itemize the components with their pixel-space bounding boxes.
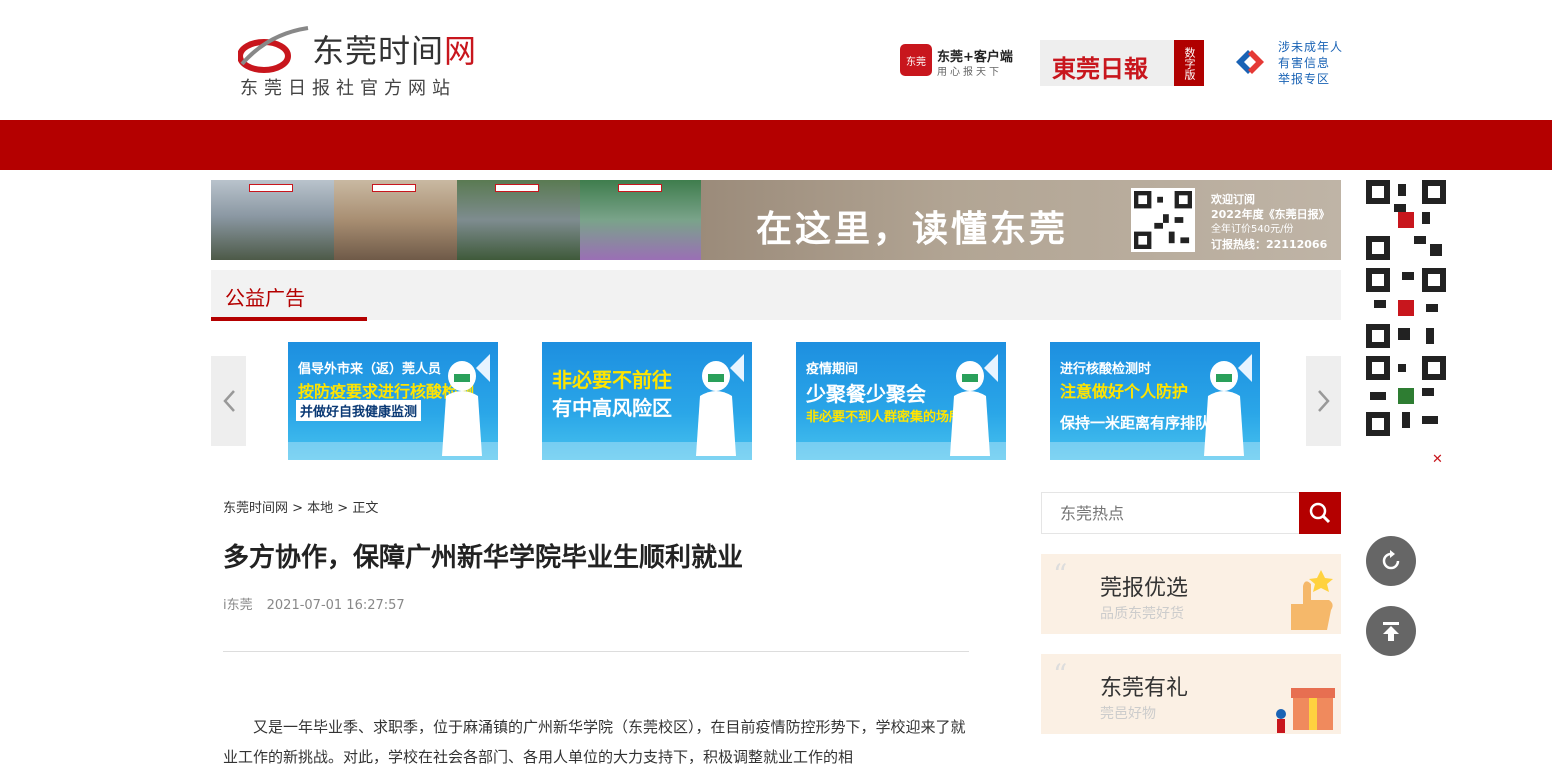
- banner-info-line-2: 2022年度《东莞日报》: [1211, 208, 1330, 221]
- banner-qr-code-icon: [1131, 188, 1195, 252]
- report-diamond-icon[interactable]: [1234, 48, 1266, 76]
- chevron-right-icon: [1317, 390, 1330, 412]
- banner-slogan: 在这里，读懂东莞: [756, 209, 1069, 250]
- promo-title: 莞报优选: [1100, 576, 1189, 601]
- medical-worker-icon: [696, 354, 744, 456]
- promo-card-youxuan[interactable]: “ 莞报优选 品质东莞好货: [1041, 554, 1341, 634]
- article-time: 2021-07-01 16:27:57: [266, 598, 405, 613]
- public-ad-card[interactable]: 进行核酸检测时 注意做好个人防护 保持一米距离有序排队: [1050, 342, 1260, 460]
- report-link[interactable]: 涉未成年人 有害信息 举报专区: [1278, 39, 1343, 87]
- ad-line-2: 非必要不前往: [552, 368, 672, 392]
- app-slogan: 用心报天下: [937, 67, 1002, 78]
- side-qr-code-icon[interactable]: [1366, 268, 1446, 348]
- quote-icon: “: [1053, 658, 1068, 691]
- search-icon: [1309, 502, 1331, 524]
- ad-line-1: 倡导外市来（返）莞人员: [298, 362, 442, 377]
- promo-card-youli[interactable]: “ 东莞有礼 莞邑好物: [1041, 654, 1341, 734]
- logo-subtitle: 东莞日报社官方网站: [240, 78, 456, 99]
- public-ads-title: 公益广告: [225, 286, 305, 310]
- report-line-2: 有害信息: [1278, 56, 1331, 70]
- report-line-3: 举报专区: [1278, 72, 1331, 86]
- chevron-left-icon: [222, 390, 235, 412]
- quote-icon: “: [1053, 558, 1068, 591]
- banner-photo: [457, 180, 580, 260]
- medical-worker-icon: [442, 354, 490, 456]
- promo-subtitle: 莞邑好物: [1100, 706, 1156, 722]
- paper-name: 東莞日報: [1052, 54, 1148, 83]
- banner-info-line-1: 欢迎订阅: [1211, 193, 1255, 206]
- nav-bar: [0, 120, 1552, 170]
- side-qr-code-icon[interactable]: [1366, 356, 1446, 436]
- carousel-next-button[interactable]: [1306, 356, 1341, 446]
- banner-photo: [211, 180, 334, 260]
- ad-line-1: 疫情期间: [806, 362, 859, 377]
- app-logo-icon[interactable]: 东莞: [900, 44, 932, 76]
- public-ads-header: 公益广告: [211, 270, 1341, 321]
- site-header: 东莞时间网 东莞日报社官方网站 东莞 东莞+客户端 用心报天下 東莞日報 数字版…: [0, 0, 1552, 120]
- back-to-top-icon: [1383, 622, 1399, 641]
- logo-swoosh-icon[interactable]: [238, 24, 310, 74]
- banner-photo: [580, 180, 703, 260]
- ad-line-3: 保持一米距离有序排队: [1060, 414, 1211, 432]
- article-source: i东莞: [223, 598, 253, 613]
- promo-title: 东莞有礼: [1100, 676, 1189, 701]
- gift-box-icon: [1276, 688, 1335, 733]
- article-title: 多方协作，保障广州新华学院毕业生顺利就业: [223, 543, 744, 573]
- search-input[interactable]: [1041, 492, 1299, 534]
- back-to-top-button[interactable]: [1366, 606, 1416, 656]
- article-meta: i东莞 2021-07-01 16:27:57: [223, 594, 405, 613]
- side-qr-code-icon[interactable]: [1366, 180, 1446, 260]
- banner-info: 欢迎订阅 2022年度《东莞日报》 全年订价540元/份 订报热线：221120…: [1211, 192, 1330, 252]
- public-ad-card[interactable]: 倡导外市来（返）莞人员 按防疫要求进行核酸检测 并做好自我健康监测: [288, 342, 498, 460]
- breadcrumb[interactable]: 东莞时间网 > 本地 > 正文: [223, 497, 378, 516]
- banner-photo: [334, 180, 457, 260]
- digital-paper-link[interactable]: 東莞日報 数字版: [1040, 40, 1204, 86]
- article-paragraph: 又是一年毕业季、求职季，位于麻涌镇的广州新华学院（东莞校区），在目前疫情防控形势…: [223, 718, 966, 766]
- paper-tag: 数字版: [1174, 40, 1204, 86]
- logo-title[interactable]: 东莞时间网: [312, 26, 477, 72]
- banner-info-line-4: 订报热线：22112066: [1211, 238, 1328, 251]
- public-ad-card[interactable]: 非必要不前往 有中高风险区: [542, 342, 752, 460]
- ad-line-2: 注意做好个人防护: [1060, 382, 1189, 401]
- logo-title-red: 网: [444, 32, 478, 70]
- banner-info-line-3: 全年订价540元/份: [1211, 224, 1294, 235]
- ad-line-1: 进行核酸检测时: [1060, 362, 1152, 377]
- report-line-1: 涉未成年人: [1278, 40, 1344, 54]
- thumbs-up-icon: [1291, 570, 1333, 630]
- ad-line-2: 少聚餐少聚会: [806, 382, 926, 406]
- medical-worker-icon: [950, 354, 998, 456]
- refresh-icon: [1382, 550, 1400, 570]
- close-icon[interactable]: ✕: [1432, 452, 1443, 467]
- search-button[interactable]: [1299, 492, 1341, 534]
- ad-line-3: 并做好自我健康监测: [296, 400, 422, 421]
- subscription-banner[interactable]: 在这里，读懂东莞 欢迎订阅 2022年度《东莞日报》 全年订价540元/份 订报…: [211, 180, 1341, 260]
- ad-line-3: 有中高风险区: [552, 396, 672, 420]
- public-ad-card[interactable]: 疫情期间 少聚餐少聚会 非必要不到人群密集的场所: [796, 342, 1006, 460]
- logo-title-main: 东莞时间: [312, 32, 445, 70]
- divider: [223, 651, 969, 652]
- refresh-button[interactable]: [1366, 536, 1416, 586]
- carousel-prev-button[interactable]: [211, 356, 246, 446]
- public-ads-underline: [211, 317, 367, 321]
- medical-worker-icon: [1204, 354, 1252, 456]
- promo-subtitle: 品质东莞好货: [1100, 606, 1184, 622]
